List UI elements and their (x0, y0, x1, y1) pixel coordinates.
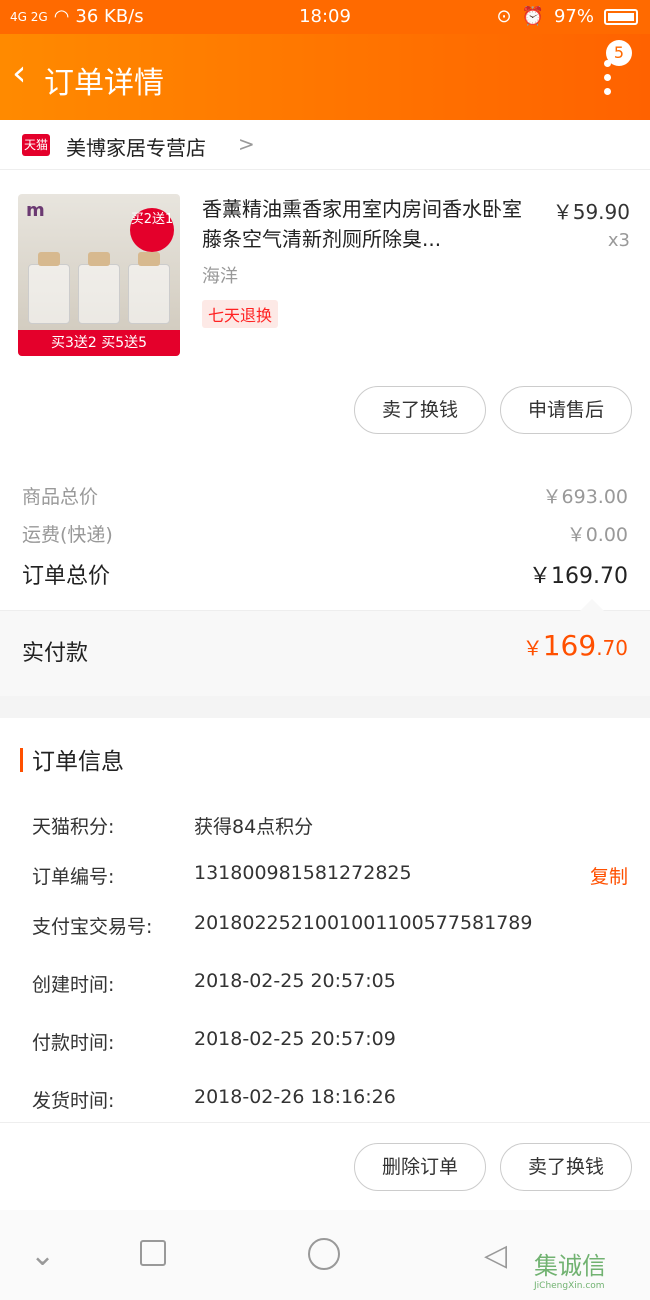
product-image[interactable]: m 买2送1 买3送2 买5送5 (18, 194, 180, 356)
return-policy-tag: 七天退换 (202, 300, 279, 328)
order-info: 订单信息 天猫积分: 获得84点积分 订单编号: 131800981581272… (0, 718, 650, 1122)
paid-label: 实付款 (22, 641, 89, 666)
bottle-cap (38, 252, 60, 266)
bottle-cap (138, 252, 160, 266)
price-summary: 商品总价 ￥693.00 运费(快递) ￥0.00 订单总价 ￥169.70 (0, 450, 650, 610)
shipping-label: 运费(快递) (22, 524, 113, 546)
back-icon[interactable]: ‹ (12, 54, 26, 94)
goods-total-label: 商品总价 (22, 486, 99, 508)
alipay-trade-value: 2018022521001001100577581789 (194, 912, 533, 934)
brand-logo: m (26, 200, 45, 221)
order-actions: 删除订单 卖了换钱 (0, 1122, 650, 1210)
promo-strip: 买3送2 买5送5 (18, 330, 180, 356)
paid-value: ￥169.70 (522, 629, 628, 662)
shipped-time-label: 发货时间: (32, 1090, 115, 1112)
created-time-value: 2018-02-25 20:57:05 (194, 970, 396, 992)
product-title[interactable]: 香薰精油熏香家用室内房间香水卧室藤条空气清新剂厕所除臭... (202, 194, 538, 254)
bottle-cap (88, 252, 110, 266)
alarm-icon: ⏰ (521, 6, 544, 27)
bottle-shape (128, 264, 170, 324)
shop-header[interactable]: 天猫 美博家居专营店 > (0, 120, 650, 170)
order-number-label: 订单编号: (32, 866, 115, 888)
bottle-shape (28, 264, 70, 324)
recent-apps-icon[interactable] (140, 1240, 166, 1266)
goods-total-value: ￥693.00 (542, 486, 628, 508)
product-price: ￥59.90 (552, 200, 630, 224)
delete-order-button[interactable]: 删除订单 (354, 1143, 486, 1191)
battery-icon (604, 8, 638, 25)
paid-time-value: 2018-02-25 20:57:09 (194, 1028, 396, 1050)
pointer-triangle (580, 599, 604, 611)
points-label: 天猫积分: (32, 816, 115, 838)
paid-amount: 实付款 ￥169.70 (0, 599, 650, 696)
lock-rotation-icon: ⊙ (496, 6, 512, 27)
battery-percent: 97% (553, 6, 594, 27)
after-sale-button[interactable]: 申请售后 (500, 386, 632, 434)
promo-burst: 买2送1 (130, 208, 174, 252)
points-value: 获得84点积分 (194, 816, 314, 838)
created-time-label: 创建时间: (32, 974, 115, 996)
order-total-value: ￥169.70 (529, 564, 628, 589)
back-nav-icon[interactable]: ◁ (484, 1238, 507, 1273)
more-icon[interactable] (604, 60, 614, 96)
shipping-value: ￥0.00 (566, 524, 628, 546)
sell-button[interactable]: 卖了换钱 (354, 386, 486, 434)
chevron-right-icon: > (238, 132, 255, 156)
watermark-logo: 集诚信 JiChengXin.com (534, 1252, 606, 1291)
product-variant: 海洋 (202, 266, 238, 287)
bottle-shape (78, 264, 120, 324)
chevron-down-icon[interactable]: ⌄ (30, 1238, 55, 1273)
status-right: ⊙ ⏰ 97% (496, 6, 638, 27)
tmall-logo-icon: 天猫 (22, 134, 50, 156)
order-number-value: 131800981581272825 (194, 862, 412, 884)
paid-time-label: 付款时间: (32, 1032, 115, 1054)
shop-name[interactable]: 美博家居专营店 (66, 132, 206, 161)
page-title: 订单详情 (44, 66, 164, 101)
product-quantity: x3 (607, 230, 630, 251)
nav-bar: ‹ 订单详情 5 (0, 34, 650, 120)
section-marker (20, 748, 23, 772)
product-card[interactable]: m 买2送1 买3送2 买5送5 香薰精油熏香家用室内房间香水卧室藤条空气清新剂… (0, 170, 650, 450)
order-total-label: 订单总价 (22, 564, 111, 589)
home-icon[interactable] (308, 1238, 340, 1270)
copy-button[interactable]: 复制 (590, 862, 628, 889)
order-info-title: 订单信息 (32, 749, 124, 775)
alipay-trade-label: 支付宝交易号: (32, 916, 153, 938)
shipped-time-value: 2018-02-26 18:16:26 (194, 1086, 396, 1108)
status-bar: 4G 2G ◠ 36 KB/s 18:09 ⊙ ⏰ 97% (0, 0, 650, 34)
sell-button-bottom[interactable]: 卖了换钱 (500, 1143, 632, 1191)
